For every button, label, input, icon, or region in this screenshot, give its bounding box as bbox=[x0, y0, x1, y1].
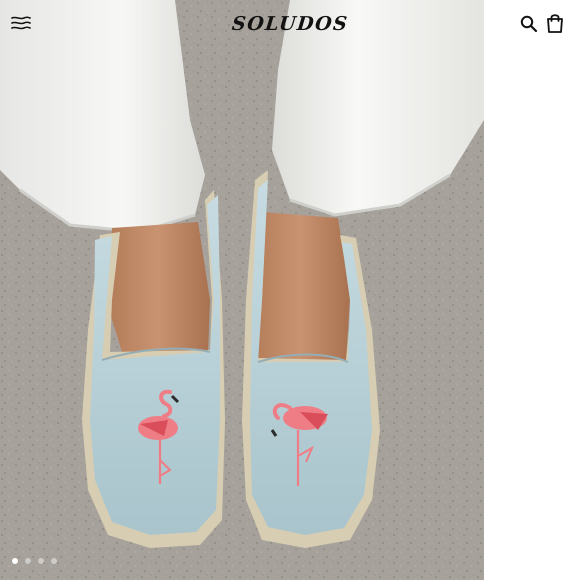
carousel-dot[interactable] bbox=[25, 558, 31, 564]
hamburger-menu-icon[interactable] bbox=[8, 12, 34, 34]
carousel-dot[interactable] bbox=[38, 558, 44, 564]
search-icon[interactable] bbox=[519, 14, 539, 34]
brand-logo[interactable]: SOLUDOS bbox=[231, 9, 350, 39]
product-image[interactable] bbox=[0, 0, 484, 580]
carousel-dots bbox=[12, 556, 57, 566]
product-photo bbox=[0, 0, 484, 580]
shopping-bag-icon[interactable] bbox=[545, 12, 565, 34]
carousel-dot[interactable] bbox=[12, 558, 18, 564]
brand-name: SOLUDOS bbox=[230, 13, 350, 35]
page-background bbox=[484, 0, 580, 580]
carousel-dot[interactable] bbox=[51, 558, 57, 564]
